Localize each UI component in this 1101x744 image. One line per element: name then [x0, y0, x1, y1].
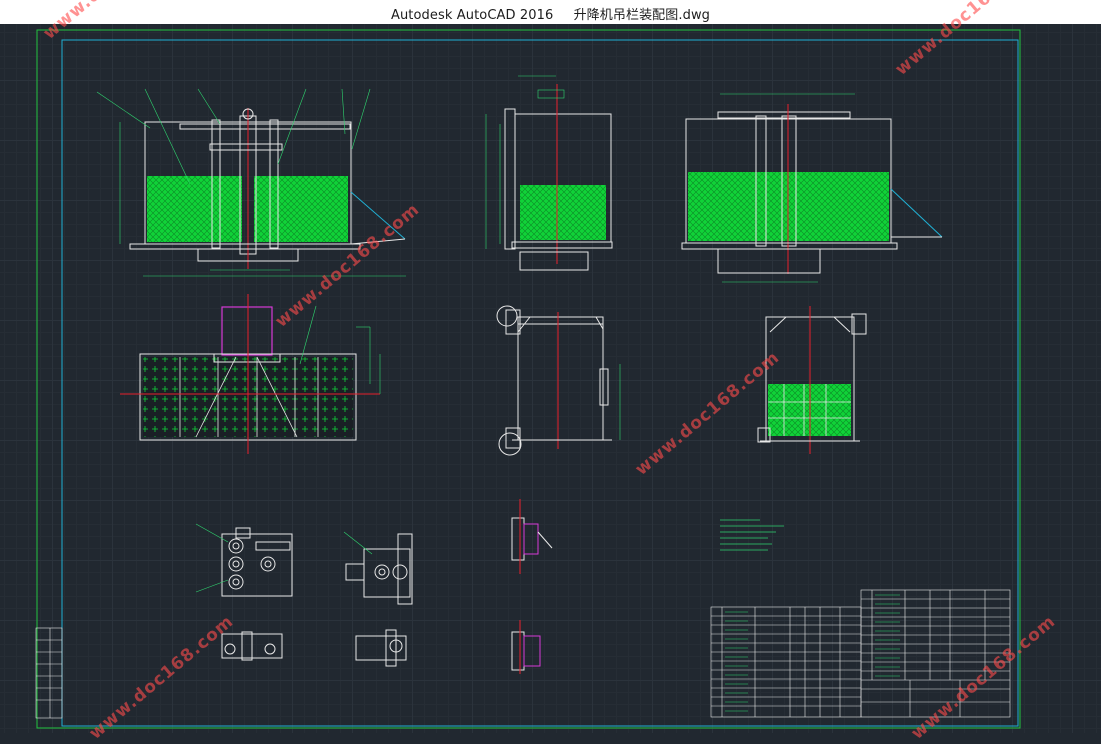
window-title: Autodesk AutoCAD 2016 升降机吊栏装配图.dwg: [0, 4, 1101, 23]
revision-table: [35, 627, 63, 719]
plan-view: [120, 294, 381, 454]
title-block: [860, 589, 1011, 718]
drawing-canvas[interactable]: www.doc168.com www.doc168.com www.doc168…: [0, 0, 1101, 744]
parts-list-table: [710, 606, 862, 718]
section-view-bb: [496, 305, 621, 456]
detail-view-bottom-2: [355, 629, 407, 667]
view-a: [757, 306, 867, 454]
detail-view-k: [511, 620, 541, 674]
technical-notes: [720, 519, 784, 551]
file-name: 升降机吊栏装配图.dwg: [573, 8, 711, 23]
detail-view-roller-2: [343, 531, 413, 605]
side-elevation-view: [485, 75, 613, 271]
detail-view-roller-1: [195, 523, 293, 597]
title-bar: Autodesk AutoCAD 2016 升降机吊栏装配图.dwg: [0, 0, 1101, 25]
cad-drawing: [35, 29, 1021, 729]
section-view-cc: [681, 93, 943, 283]
detail-view-c: [511, 499, 553, 574]
detail-view-bottom-1: [221, 631, 283, 661]
app-title: Autodesk AutoCAD 2016: [390, 8, 554, 23]
